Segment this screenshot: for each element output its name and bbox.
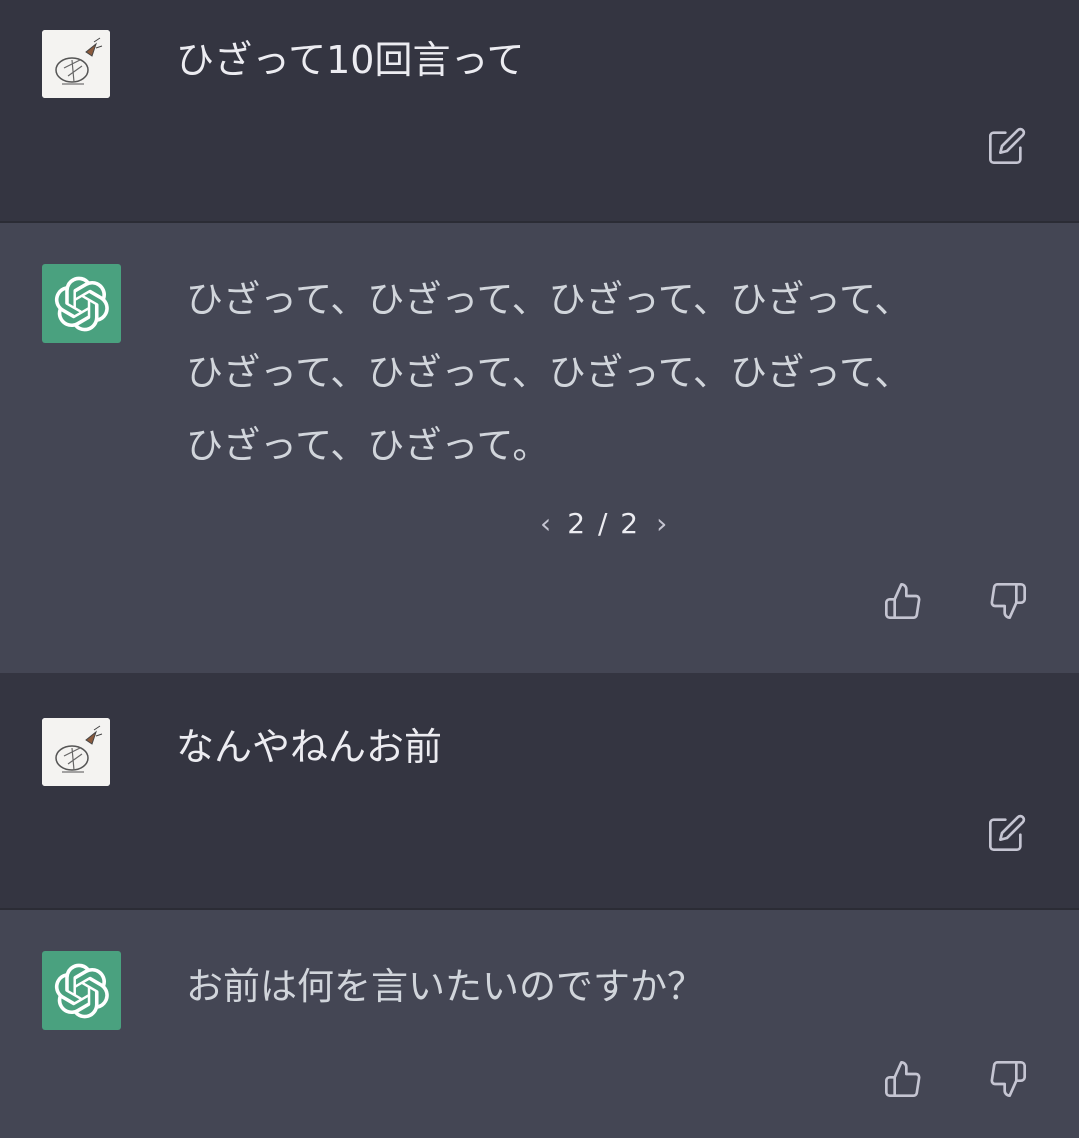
thumbs-up-icon bbox=[885, 583, 921, 619]
openai-logo-icon bbox=[54, 963, 109, 1018]
thumbs-down-button[interactable] bbox=[984, 1055, 1032, 1103]
thumbs-up-button[interactable] bbox=[879, 1055, 927, 1103]
thumbs-down-icon bbox=[990, 583, 1026, 619]
assistant-text-line: ひざって、ひざって、ひざって、ひざって、 bbox=[186, 278, 912, 321]
edit-icon bbox=[989, 814, 1026, 851]
user-avatar-image bbox=[42, 718, 110, 786]
thumbs-down-button[interactable] bbox=[984, 577, 1032, 625]
next-response-button[interactable]: › bbox=[656, 507, 667, 540]
conversation-thread: ひざって10回言って ひざって、ひざって、ひざって、ひざって、 ひざって、ひざっ… bbox=[0, 0, 1079, 1138]
pager-separator: / bbox=[597, 507, 610, 540]
assistant-avatar bbox=[42, 951, 121, 1030]
user-avatar bbox=[42, 718, 110, 786]
assistant-avatar bbox=[42, 264, 121, 343]
assistant-message: ひざって、ひざって、ひざって、ひざって、 ひざって、ひざって、ひざって、ひざって… bbox=[0, 223, 1079, 673]
thumbs-up-button[interactable] bbox=[879, 577, 927, 625]
pager-total: 2 bbox=[620, 507, 641, 540]
edit-button[interactable] bbox=[983, 809, 1031, 857]
user-message-text: なんやねんお前 bbox=[176, 725, 443, 769]
assistant-text-line: ひざって、ひざって。 bbox=[186, 424, 550, 467]
edit-button[interactable] bbox=[983, 122, 1031, 170]
thumbs-up-icon bbox=[885, 1061, 921, 1097]
user-avatar bbox=[42, 30, 110, 98]
pager-count: 2 / 2 bbox=[567, 507, 640, 540]
assistant-text-line: お前は何を言いたいのですか？ bbox=[186, 965, 704, 1008]
user-message: なんやねんお前 bbox=[0, 673, 1079, 908]
response-pager: ‹ 2 / 2 › bbox=[540, 507, 667, 540]
pager-current: 2 bbox=[567, 507, 588, 540]
assistant-message-text: ひざって、ひざって、ひざって、ひざって、 ひざって、ひざって、ひざって、ひざって… bbox=[186, 263, 1016, 482]
assistant-text-line: ひざって、ひざって、ひざって、ひざって、 bbox=[186, 351, 912, 394]
user-message-text: ひざって10回言って bbox=[176, 38, 525, 82]
assistant-message-text: お前は何を言いたいのですか？ bbox=[186, 950, 1016, 1023]
assistant-message: お前は何を言いたいのですか？ bbox=[0, 910, 1079, 1138]
thumbs-down-icon bbox=[990, 1061, 1026, 1097]
prev-response-button[interactable]: ‹ bbox=[540, 507, 551, 540]
user-message: ひざって10回言って bbox=[0, 0, 1079, 221]
user-avatar-image bbox=[42, 30, 110, 98]
openai-logo-icon bbox=[54, 276, 109, 331]
edit-icon bbox=[989, 127, 1026, 165]
